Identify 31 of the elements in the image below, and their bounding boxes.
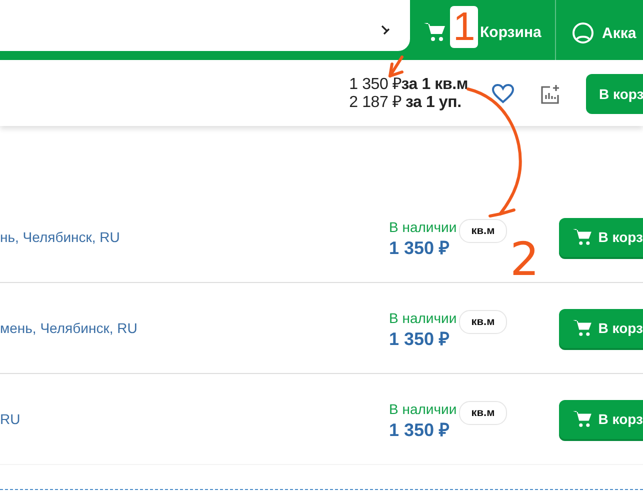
unit-badge: кв.м: [459, 310, 507, 334]
add-to-cart-button[interactable]: В корз: [559, 218, 643, 256]
cart-label[interactable]: Корзина: [480, 24, 542, 40]
unit-badge: кв.м: [459, 401, 507, 425]
annotation-number: 1: [450, 6, 478, 48]
unit-badge: кв.м: [459, 219, 507, 243]
chart-add-icon[interactable]: [540, 84, 560, 104]
cart-icon: [573, 409, 592, 429]
location-text: RU: [0, 411, 22, 427]
offer-price: 1 350 ₽: [389, 419, 450, 441]
stock-status: В наличии: [389, 401, 458, 417]
cart-icon: [573, 227, 592, 247]
arrow-drawing: [388, 56, 404, 78]
offer-price: 1 350 ₽: [389, 328, 450, 350]
cart-icon: [573, 318, 592, 338]
user-icon[interactable]: [572, 22, 594, 44]
search-field[interactable]: [0, 0, 410, 51]
cart-icon: [424, 22, 446, 42]
stock-status: В наличии: [389, 310, 458, 326]
pack-price: 2 187 ₽ за 1 уп.: [349, 94, 462, 112]
location-text: мень, Челябинск, RU: [0, 320, 138, 336]
annotation-number: 2: [510, 236, 540, 282]
add-to-cart-button[interactable]: В корз: [559, 400, 643, 438]
unit-price: 1 350 ₽за 1 кв.м: [349, 76, 468, 94]
add-to-cart-button[interactable]: В корз: [559, 308, 643, 348]
offer-price: 1 350 ₽: [389, 237, 450, 259]
add-to-cart-button[interactable]: В корз: [586, 74, 643, 114]
heart-icon[interactable]: [492, 84, 514, 104]
account-label[interactable]: Акка: [602, 24, 636, 42]
stock-status: В наличии: [389, 219, 458, 235]
location-text: нь, Челябинск, RU: [0, 229, 121, 245]
